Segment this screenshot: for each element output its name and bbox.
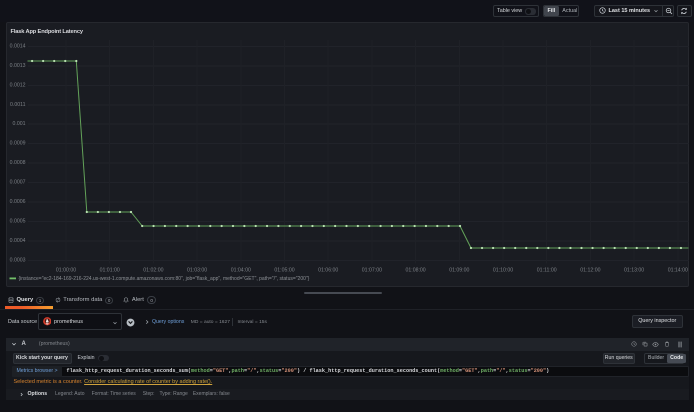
svg-text:0.0004: 0.0004 (10, 238, 26, 244)
svg-text:01:08:00: 01:08:00 (405, 268, 425, 274)
svg-text:01:07:00: 01:07:00 (362, 268, 382, 274)
svg-text:0.0012: 0.0012 (10, 82, 26, 88)
svg-text:0.001: 0.001 (13, 121, 26, 127)
svg-text:01:14:00: 01:14:00 (668, 268, 688, 274)
svg-text:01:10:00: 01:10:00 (493, 268, 513, 274)
svg-text:0.0005: 0.0005 (10, 219, 26, 225)
svg-text:01:09:00: 01:09:00 (449, 268, 469, 274)
svg-text:0.0008: 0.0008 (10, 160, 26, 166)
svg-text:0.0007: 0.0007 (10, 180, 26, 186)
svg-text:01:00:00: 01:00:00 (56, 268, 76, 274)
svg-text:0.0014: 0.0014 (10, 43, 26, 49)
svg-text:0.0013: 0.0013 (10, 63, 26, 69)
svg-text:01:03:00: 01:03:00 (187, 268, 207, 274)
svg-text:01:05:00: 01:05:00 (274, 268, 294, 274)
svg-text:01:06:00: 01:06:00 (318, 268, 338, 274)
svg-text:01:11:00: 01:11:00 (537, 268, 557, 274)
svg-text:0.0006: 0.0006 (10, 199, 26, 205)
svg-text:0.0009: 0.0009 (10, 141, 26, 147)
svg-text:01:01:00: 01:01:00 (100, 268, 120, 274)
svg-text:0.0003: 0.0003 (10, 257, 26, 263)
svg-text:01:02:00: 01:02:00 (143, 268, 163, 274)
svg-text:01:04:00: 01:04:00 (231, 268, 251, 274)
svg-text:01:13:00: 01:13:00 (624, 268, 644, 274)
svg-text:0.0011: 0.0011 (10, 102, 26, 108)
svg-text:01:12:00: 01:12:00 (580, 268, 600, 274)
